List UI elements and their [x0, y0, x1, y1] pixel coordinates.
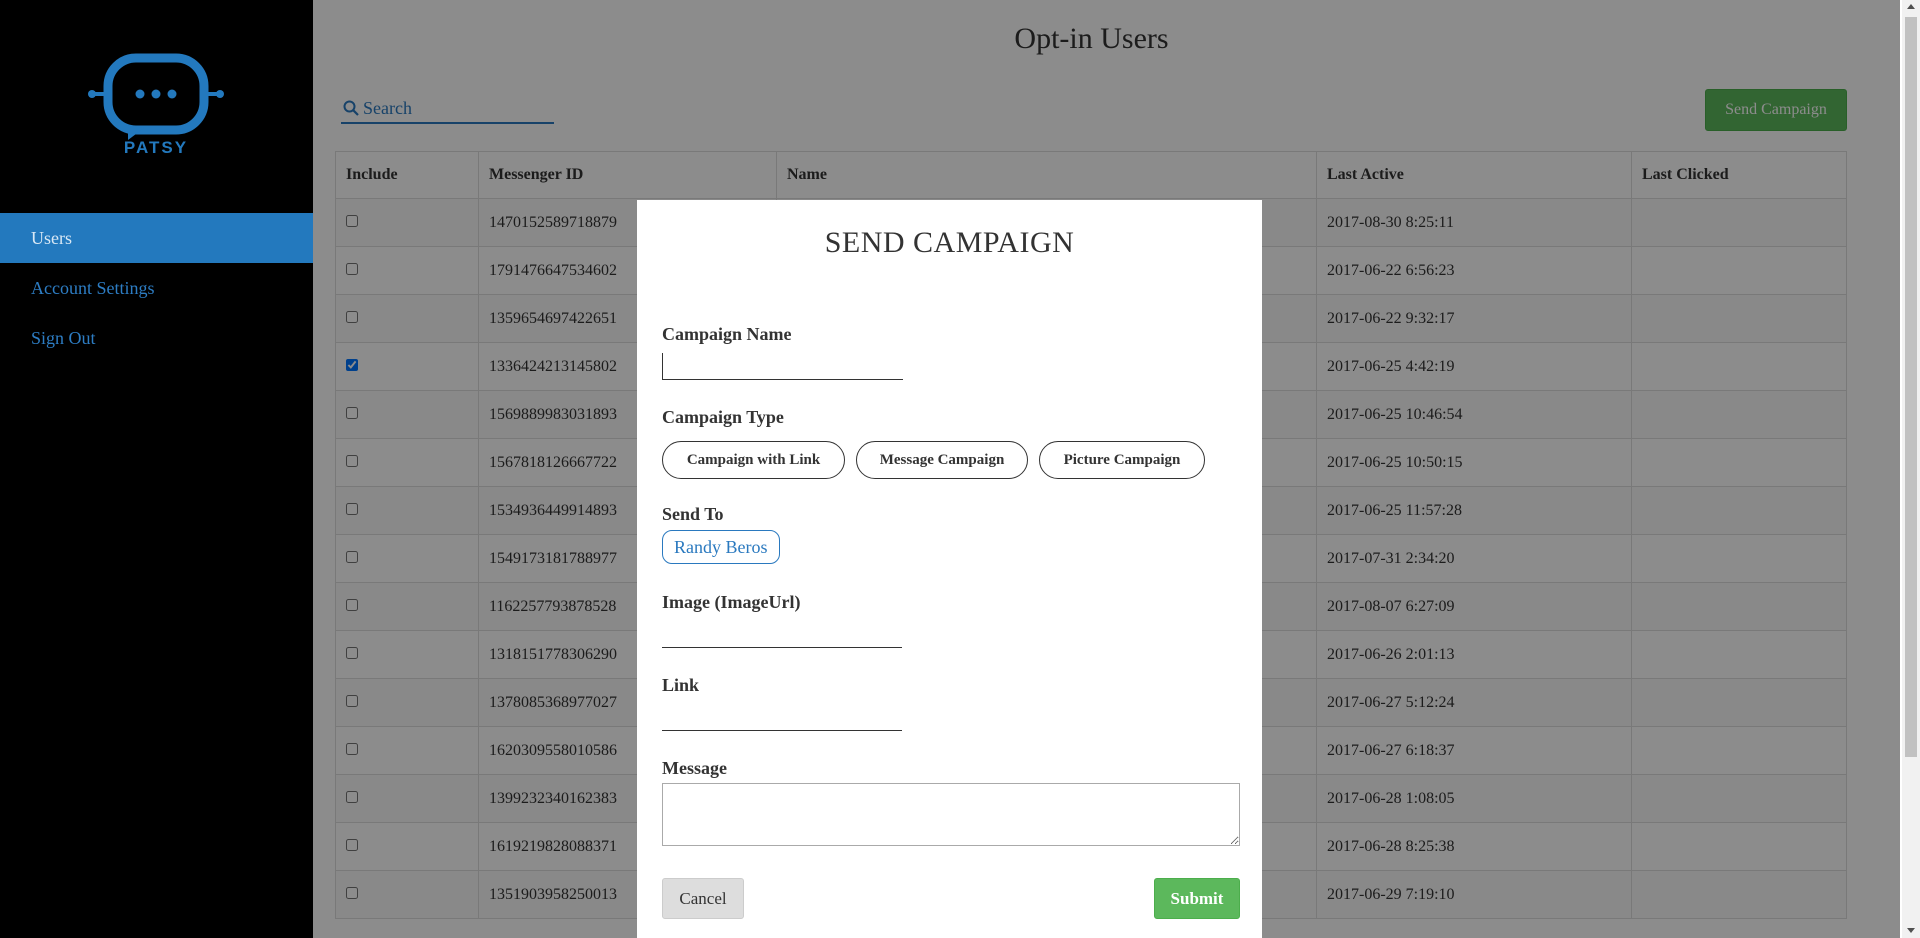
- sidebar-item-sign-out[interactable]: Sign Out: [0, 313, 313, 363]
- submit-button[interactable]: Submit: [1154, 878, 1240, 919]
- message-label: Message: [662, 758, 727, 778]
- sidebar-item-users[interactable]: Users: [0, 213, 313, 263]
- page-scrollbar[interactable]: [1902, 0, 1920, 938]
- campaign-name-label: Campaign Name: [662, 324, 792, 344]
- link-label: Link: [662, 675, 700, 695]
- modal-title: SEND CAMPAIGN: [824, 226, 1075, 259]
- image-url-input[interactable]: [662, 621, 902, 648]
- brand-name: PATSY: [124, 138, 188, 156]
- image-url-label: Image (ImageUrl): [662, 592, 801, 612]
- scrollbar-thumb[interactable]: [1905, 17, 1917, 757]
- cancel-button[interactable]: Cancel: [662, 878, 744, 919]
- recipient-chip[interactable]: Randy Beros: [662, 530, 780, 564]
- picture-campaign-button[interactable]: Picture Campaign: [1039, 441, 1205, 479]
- campaign-name-input[interactable]: [662, 353, 903, 380]
- link-input[interactable]: [662, 704, 902, 731]
- sidebar-item-account-settings[interactable]: Account Settings: [0, 263, 313, 313]
- message-textarea[interactable]: [662, 783, 1240, 846]
- campaign-with-link-button[interactable]: Campaign with Link: [662, 441, 845, 479]
- sidebar: PATSY Users Account Settings Sign Out: [0, 0, 313, 938]
- scroll-down-arrow-icon[interactable]: [1907, 928, 1915, 933]
- send-to-label: Send To: [662, 504, 724, 524]
- campaign-type-label: Campaign Type: [662, 407, 784, 427]
- message-campaign-button[interactable]: Message Campaign: [856, 441, 1028, 479]
- scroll-up-arrow-icon[interactable]: [1907, 4, 1915, 9]
- patsy-logo: PATSY: [88, 53, 224, 156]
- send-campaign-modal: SEND CAMPAIGN Campaign Name Campaign Typ…: [637, 200, 1262, 938]
